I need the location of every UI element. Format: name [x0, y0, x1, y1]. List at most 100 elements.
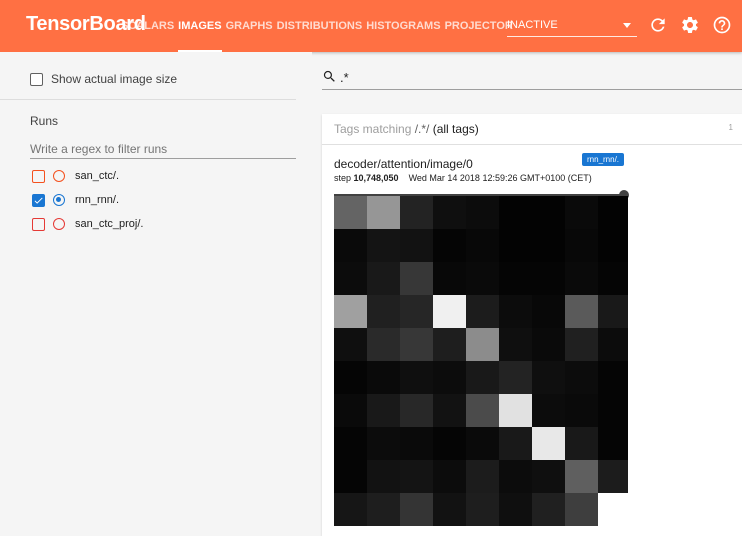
- heatmap-cell: [466, 460, 499, 493]
- heatmap-cell: [400, 361, 433, 394]
- heatmap-cell: [400, 394, 433, 427]
- heatmap-cell: [499, 493, 532, 526]
- heatmap-cell: [400, 196, 433, 229]
- heatmap-cell: [466, 361, 499, 394]
- heatmap-cell: [433, 229, 466, 262]
- heatmap-cell: [400, 460, 433, 493]
- runs-title: Runs: [30, 114, 59, 128]
- heatmap-cell: [400, 328, 433, 361]
- heatmap-cell: [433, 394, 466, 427]
- attention-image: [334, 196, 628, 526]
- tag-group-header[interactable]: Tags matching /.*/ (all tags) 1: [322, 114, 742, 145]
- heatmap-cell: [400, 262, 433, 295]
- tag-count: 1: [728, 123, 733, 132]
- tags-matching-label: Tags matching /.*/ (all tags): [334, 122, 479, 136]
- heatmap-cell: [598, 262, 628, 295]
- heatmap-cell: [334, 361, 367, 394]
- tags-pattern: /.*/: [414, 122, 430, 136]
- heatmap-cell: [499, 328, 532, 361]
- heatmap-cell: [598, 196, 628, 229]
- heatmap-cell: [466, 262, 499, 295]
- heatmap-cell: [466, 493, 499, 526]
- heatmap-cell: [466, 295, 499, 328]
- heatmap-cell: [565, 394, 598, 427]
- run-radio[interactable]: [53, 170, 65, 182]
- heatmap-cell: [499, 295, 532, 328]
- tab-images[interactable]: IMAGES: [176, 0, 223, 52]
- heatmap-cell: [565, 328, 598, 361]
- heatmap-cell: [565, 493, 598, 526]
- tab-graphs[interactable]: GRAPHS: [224, 0, 275, 52]
- heatmap-cell: [367, 460, 400, 493]
- heatmap-cell: [466, 196, 499, 229]
- tab-distributions[interactable]: DISTRIBUTIONS: [275, 0, 365, 52]
- runs-filter-input[interactable]: [30, 140, 296, 159]
- run-item-rnn-rnn[interactable]: rnn_rnn/.: [32, 192, 119, 208]
- heatmap-cell: [565, 295, 598, 328]
- heatmap-cell: [565, 229, 598, 262]
- heatmap-cell: [367, 394, 400, 427]
- main-panel: .* Tags matching /.*/ (all tags) 1 decod…: [322, 52, 742, 536]
- run-radio[interactable]: [53, 194, 65, 206]
- heatmap-cell: [532, 262, 565, 295]
- heatmap-cell: [367, 229, 400, 262]
- heatmap-cell: [532, 229, 565, 262]
- heatmap-cell: [334, 328, 367, 361]
- show-actual-size-checkbox[interactable]: [30, 72, 43, 86]
- heatmap-cell: [532, 328, 565, 361]
- tab-projector[interactable]: PROJECTOR: [443, 0, 515, 52]
- tag-search-bar[interactable]: .*: [322, 67, 742, 90]
- settings-icon[interactable]: [680, 15, 700, 35]
- heatmap-cell: [367, 361, 400, 394]
- chevron-down-icon: [623, 23, 631, 28]
- heatmap-cell: [598, 394, 628, 427]
- run-checkbox[interactable]: [32, 193, 45, 207]
- inactive-dashboards-select[interactable]: INACTIVE: [507, 14, 637, 37]
- heatmap-cell: [499, 361, 532, 394]
- run-radio[interactable]: [53, 218, 65, 230]
- show-actual-size-toggle[interactable]: Show actual image size: [30, 70, 177, 88]
- run-badge: rnn_rnn/.: [582, 153, 625, 166]
- heatmap-cell: [532, 427, 565, 460]
- heatmap-cell: [466, 394, 499, 427]
- heatmap-cell: [433, 262, 466, 295]
- heatmap-cell: [565, 460, 598, 493]
- tab-histograms[interactable]: HISTOGRAMS: [364, 0, 442, 52]
- heatmap-cell: [367, 328, 400, 361]
- run-item-san-ctc-proj[interactable]: san_ctc_proj/.: [32, 216, 143, 232]
- heatmap-cell: [433, 328, 466, 361]
- tag-group-card: Tags matching /.*/ (all tags) 1 decoder/…: [322, 114, 742, 536]
- run-checkbox[interactable]: [32, 169, 45, 183]
- check-icon: [34, 197, 43, 204]
- step-prefix: step: [334, 173, 354, 183]
- sidebar: Show actual image size Runs san_ctc/. rn…: [0, 52, 312, 536]
- tab-scalars[interactable]: SCALARS: [119, 0, 176, 52]
- heatmap-cell: [433, 196, 466, 229]
- heatmap-cell: [499, 262, 532, 295]
- help-icon[interactable]: [712, 15, 732, 35]
- heatmap-cell: [598, 460, 628, 493]
- heatmap-cell: [433, 427, 466, 460]
- tag-search-value[interactable]: .*: [340, 70, 349, 85]
- heatmap-cell: [400, 493, 433, 526]
- heatmap-cell: [598, 295, 628, 328]
- sidebar-divider: [0, 99, 296, 100]
- refresh-icon[interactable]: [648, 15, 668, 35]
- run-label: san_ctc_proj/.: [75, 218, 144, 230]
- search-icon: [323, 70, 335, 82]
- heatmap-cell: [433, 493, 466, 526]
- heatmap-cell: [499, 427, 532, 460]
- run-checkbox[interactable]: [32, 217, 45, 231]
- run-item-san-ctc[interactable]: san_ctc/.: [32, 168, 119, 184]
- heatmap-cell: [334, 460, 367, 493]
- heatmap-cell: [367, 196, 400, 229]
- heatmap-cell: [334, 196, 367, 229]
- heatmap-cell: [334, 394, 367, 427]
- heatmap-cell: [334, 262, 367, 295]
- heatmap-cell: [532, 394, 565, 427]
- heatmap-cell: [532, 361, 565, 394]
- heatmap-cell: [433, 361, 466, 394]
- heatmap-cell: [532, 295, 565, 328]
- inactive-select-label: INACTIVE: [507, 19, 558, 31]
- heatmap-cell: [433, 460, 466, 493]
